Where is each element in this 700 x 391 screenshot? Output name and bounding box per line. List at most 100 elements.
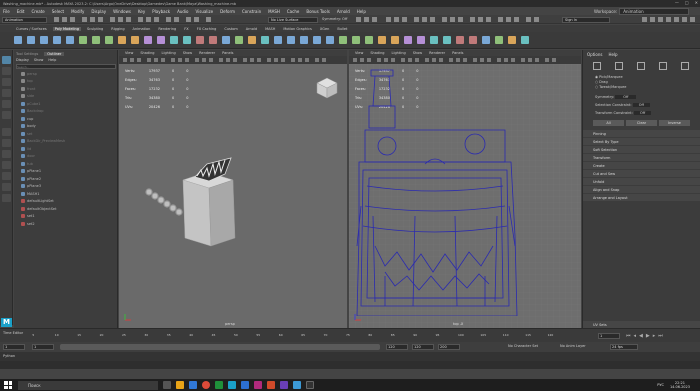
shelf-tool-icon[interactable] — [352, 36, 360, 44]
shelf-tool-icon[interactable] — [287, 36, 295, 44]
shelf-tab-fx[interactable]: FX — [182, 27, 190, 31]
outliner-item[interactable]: persp — [14, 70, 117, 78]
shelf-tool-icon[interactable] — [157, 36, 165, 44]
app-icon-3[interactable] — [241, 381, 249, 389]
shelf-tool-icon[interactable] — [40, 36, 48, 44]
outliner-menu-help[interactable]: Help — [48, 58, 56, 62]
chrome-icon[interactable] — [202, 381, 210, 389]
outliner-item[interactable]: BackDir_PreviewMesh — [14, 138, 117, 146]
layout-graph-icon[interactable] — [2, 172, 11, 180]
tab-tool-settings[interactable]: Tool Settings — [16, 52, 38, 56]
outliner-item[interactable]: pPlane1 — [14, 168, 117, 176]
vertex-mode-icon[interactable] — [615, 62, 623, 70]
app-icon-2[interactable] — [215, 381, 223, 389]
layout-four-icon[interactable] — [2, 139, 11, 147]
shelf-tab-motion-graphics[interactable]: Motion Graphics — [281, 27, 313, 31]
time-slider[interactable]: Time Editor 5 10 15 20 25 30 35 40 45 50 55 60 65 70 7… — [0, 328, 700, 342]
range-start-field[interactable]: 1 — [32, 344, 54, 350]
outliner-item[interactable]: pPlane2 — [14, 175, 117, 183]
layout-outliner-icon[interactable] — [2, 161, 11, 169]
menu-edit[interactable]: Edit — [17, 9, 25, 14]
go-to-start-icon[interactable]: ⏮ — [626, 333, 631, 340]
vp-menu-panels[interactable]: Panels — [222, 51, 233, 55]
shelf-tab-fx-caching[interactable]: FX Caching — [195, 27, 219, 31]
close-button[interactable]: ✕ — [695, 0, 698, 5]
symmetry-status[interactable]: Symmetry: Off — [322, 17, 347, 21]
shelf-tab-custom[interactable]: Custom — [222, 27, 239, 31]
outliner-item[interactable]: pPlane3 — [14, 183, 117, 191]
outliner-item[interactable]: defaultLightSet — [14, 198, 117, 206]
shelf-tool-icon[interactable] — [261, 36, 269, 44]
shelf-tool-icon[interactable] — [222, 36, 230, 44]
menu-file[interactable]: File — [3, 9, 10, 14]
tab-help[interactable]: Help — [608, 52, 617, 57]
layout-single-icon[interactable] — [2, 128, 11, 136]
menu-help[interactable]: Help — [357, 9, 366, 14]
minimize-button[interactable]: — — [675, 0, 679, 5]
menu-playback[interactable]: Playback — [152, 9, 170, 14]
vp2-menu-panels[interactable]: Panels — [452, 51, 463, 55]
selection-constraint-row[interactable]: Selection Constraint: Off — [595, 101, 688, 109]
shelf-tab-xgen[interactable]: XGen — [318, 27, 331, 31]
tab-options[interactable]: Options — [587, 52, 602, 57]
sign-in-button[interactable]: Sign In — [562, 16, 610, 23]
maximize-button[interactable]: □ — [685, 0, 689, 5]
scale-tool-icon[interactable] — [2, 111, 11, 119]
play-back-icon[interactable]: ◀ — [639, 333, 643, 340]
shelf-tab-bullet[interactable]: Bullet — [335, 27, 349, 31]
menuset-dropdown[interactable]: Animation — [2, 16, 47, 23]
shelf-tab-sculpting[interactable]: Sculpting — [85, 27, 105, 31]
edge-mode-icon[interactable] — [637, 62, 645, 70]
select-tool-icon[interactable] — [2, 56, 11, 64]
layout-two-icon[interactable] — [2, 150, 11, 158]
section-align-and-snap[interactable]: Align and Snap — [583, 186, 700, 193]
shelf-tool-icon[interactable] — [209, 36, 217, 44]
shelf-tool-icon[interactable] — [66, 36, 74, 44]
shelf-tool-icon[interactable] — [118, 36, 126, 44]
app-icon-7[interactable] — [293, 381, 301, 389]
start-frame-field[interactable]: 1 — [3, 344, 25, 350]
menu-constrain[interactable]: Constrain — [242, 9, 261, 14]
outliner-item[interactable]: Backdrop — [14, 108, 117, 116]
view-cube-icon[interactable] — [315, 76, 339, 100]
shelf-tab-animation[interactable]: Animation — [131, 27, 153, 31]
outliner-item[interactable]: body — [14, 123, 117, 131]
range-end-field[interactable]: 120 — [386, 344, 408, 350]
menu-select[interactable]: Select — [52, 9, 64, 14]
app-icon-8[interactable] — [306, 381, 314, 389]
shelf-tool-icon[interactable] — [170, 36, 178, 44]
outliner-item[interactable]: cup — [14, 115, 117, 123]
menu-visualize[interactable]: Visualize — [195, 9, 213, 14]
play-forward-icon[interactable]: ▶ — [646, 333, 650, 340]
shelf-tool-icon[interactable] — [300, 36, 308, 44]
language-indicator[interactable]: РУС — [657, 383, 664, 387]
viewport-top[interactable]: View Shading Lighting Show Renderer Pane… — [349, 50, 581, 328]
paint-select-tool-icon[interactable] — [2, 78, 11, 86]
rotate-tool-icon[interactable] — [2, 100, 11, 108]
vp-menu-shading[interactable]: Shading — [140, 51, 154, 55]
uv-sets-section[interactable]: UV Sets — [583, 321, 700, 328]
step-back-icon[interactable]: ◂ — [634, 333, 637, 340]
shelf-tool-icon[interactable] — [248, 36, 256, 44]
shelf-tool-icon[interactable] — [430, 36, 438, 44]
shelf-tab-curves-surfaces[interactable]: Curves / Surfaces — [14, 27, 49, 31]
app-icon-6[interactable] — [280, 381, 288, 389]
shelf-tool-icon[interactable] — [274, 36, 282, 44]
washing-machine-wireframe[interactable] — [355, 66, 519, 316]
shelf-tool-icon[interactable] — [27, 36, 35, 44]
menu-audio[interactable]: Audio — [177, 9, 188, 14]
section-arrange-and-layout[interactable]: Arrange and Layout — [583, 194, 700, 201]
shelf-tool-icon[interactable] — [365, 36, 373, 44]
shelf-tool-icon[interactable] — [79, 36, 87, 44]
anim-layer-dropdown[interactable]: No Anim Layer — [560, 344, 586, 348]
section-transform[interactable]: Transform — [583, 154, 700, 161]
shelf-tool-icon[interactable] — [404, 36, 412, 44]
shelf-tool-icon[interactable] — [144, 36, 152, 44]
section-unfold[interactable]: Unfold — [583, 178, 700, 185]
app-icon-1[interactable] — [189, 381, 197, 389]
vp-menu-renderer[interactable]: Renderer — [199, 51, 215, 55]
app-icon-5[interactable] — [267, 381, 275, 389]
shelf-tool-icon[interactable] — [326, 36, 334, 44]
object-mode-icon[interactable] — [593, 62, 601, 70]
shelf-tool-icon[interactable] — [443, 36, 451, 44]
